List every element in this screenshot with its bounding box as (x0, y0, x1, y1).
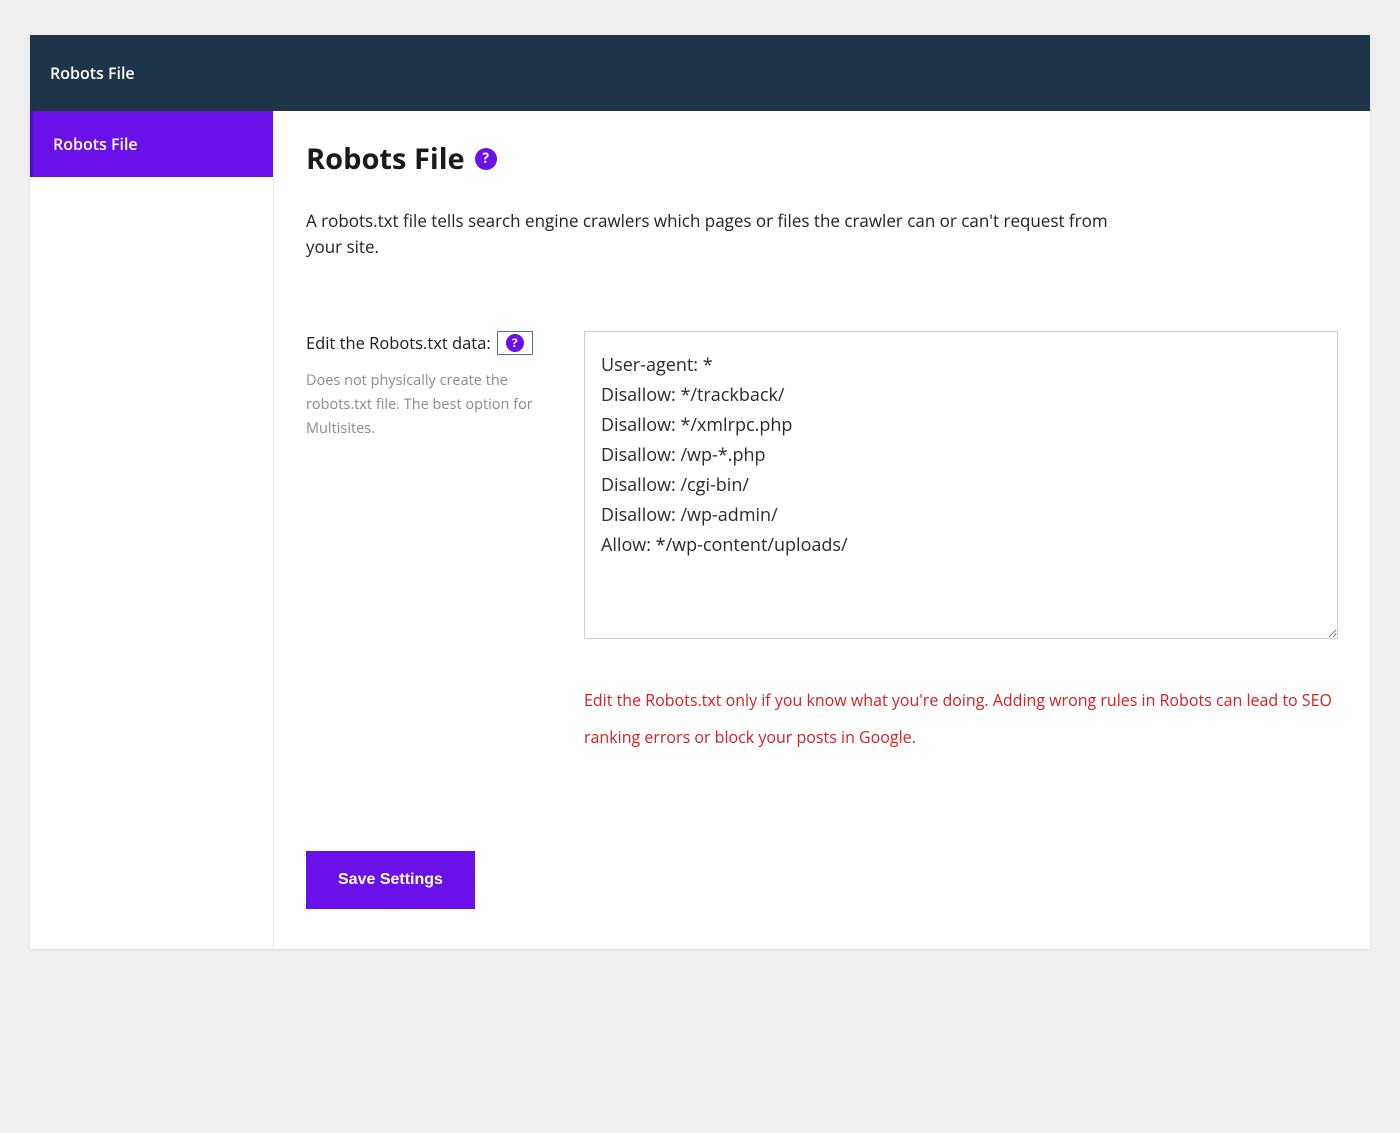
sidebar-item-label: Robots File (53, 133, 138, 155)
page-title: Robots File (306, 139, 465, 178)
page-title-row: Robots File ? (306, 139, 1338, 178)
form-input-column: Edit the Robots.txt only if you know wha… (584, 331, 1338, 757)
warning-text: Edit the Robots.txt only if you know wha… (584, 682, 1338, 757)
form-label-column: Edit the Robots.txt data: ? Does not phy… (306, 331, 552, 757)
help-icon: ? (506, 334, 524, 352)
help-icon-boxed[interactable]: ? (497, 331, 533, 355)
main-content: Robots File ? A robots.txt file tells se… (274, 111, 1370, 949)
form-label-row: Edit the Robots.txt data: ? (306, 331, 552, 355)
form-label: Edit the Robots.txt data: (306, 331, 491, 354)
form-label-description: Does not physically create the robots.tx… (306, 369, 552, 441)
sidebar-item-robots-file[interactable]: Robots File (30, 111, 273, 177)
robots-textarea[interactable] (584, 331, 1338, 639)
panel-body: Robots File Robots File ? A robots.txt f… (30, 111, 1370, 949)
form-row: Edit the Robots.txt data: ? Does not phy… (306, 331, 1338, 757)
panel-container: Robots File Robots File Robots File ? A … (30, 35, 1370, 949)
help-icon[interactable]: ? (475, 148, 497, 170)
sidebar: Robots File (30, 111, 274, 949)
panel-header: Robots File (30, 35, 1370, 111)
page-description: A robots.txt file tells search engine cr… (306, 208, 1126, 261)
save-settings-button[interactable]: Save Settings (306, 851, 475, 909)
panel-header-title: Robots File (50, 62, 135, 84)
